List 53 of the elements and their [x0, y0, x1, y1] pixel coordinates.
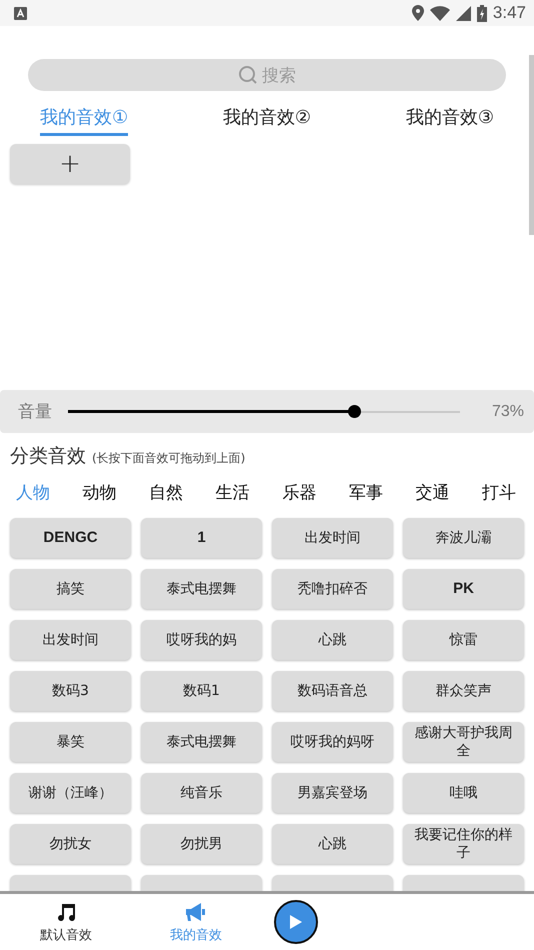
sound-button[interactable]: 搞笑 [10, 569, 131, 609]
battery-charging-icon [476, 4, 487, 22]
category-tab[interactable]: 交通 [415, 481, 450, 504]
clock-time: 3:47 [492, 3, 526, 23]
sound-button[interactable]: PK [403, 569, 524, 609]
signal-icon [456, 6, 471, 20]
sound-button[interactable]: 奔波儿灞 [403, 518, 524, 558]
sound-button[interactable]: 泰式电摆舞 [141, 722, 262, 762]
category-tab[interactable]: 军事 [348, 481, 383, 504]
play-icon [290, 915, 302, 929]
section-title: 分类音效 [10, 444, 86, 469]
sound-button[interactable]: 出发时间 [272, 518, 393, 558]
megaphone-icon [184, 900, 208, 922]
sound-button[interactable]: 男嘉宾登场 [272, 773, 393, 813]
sound-button[interactable]: 数码1 [141, 671, 262, 711]
sound-button[interactable]: 秃噜扣碎否 [272, 569, 393, 609]
tab[interactable]: 我的音效② [222, 105, 312, 136]
sound-button[interactable]: 勿扰男 [141, 824, 262, 864]
play-button[interactable] [274, 900, 318, 944]
location-icon [412, 5, 424, 21]
sound-button[interactable]: 数码语音总 [272, 671, 393, 711]
sound-button[interactable]: 心跳 [272, 824, 393, 864]
sound-button[interactable]: 谢谢（汪峰） [10, 773, 131, 813]
sound-button[interactable]: 暴笑 [10, 722, 131, 762]
search-icon [238, 65, 258, 85]
sound-button[interactable]: 感谢大哥护我周全 [403, 722, 524, 762]
sound-button[interactable]: 我要记住你的样子 [403, 824, 524, 864]
sound-button[interactable]: 群众笑声 [403, 671, 524, 711]
category-tab[interactable]: 打斗 [482, 481, 516, 504]
category-tab[interactable]: 动物 [82, 481, 117, 504]
sound-button[interactable]: 纯音乐 [141, 773, 262, 813]
sound-button[interactable]: 1 [141, 518, 262, 558]
category-tab[interactable]: 生活 [216, 481, 250, 504]
nav-tab[interactable]: 默认音效 [14, 900, 118, 944]
sound-button[interactable]: DENGC [10, 518, 131, 558]
sound-button[interactable]: 出发时间 [10, 620, 131, 660]
volume-reading: 73% [492, 402, 524, 420]
sound-button[interactable]: 勿扰女 [10, 824, 131, 864]
sound-button[interactable]: 数码3 [10, 671, 131, 711]
category-tab[interactable]: 乐器 [282, 481, 316, 504]
sound-button[interactable]: 哇哦 [403, 773, 524, 813]
wifi-icon [430, 6, 450, 20]
sound-button[interactable]: 心跳 [272, 620, 393, 660]
sound-button[interactable]: 哎呀我的妈 [141, 620, 262, 660]
sound-button[interactable]: 泰式电摆舞 [141, 569, 262, 609]
volume-label: 音量 [18, 401, 52, 423]
sound-button[interactable]: 惊雷 [403, 620, 524, 660]
section-hint: (长按下面音效可拖动到上面) [92, 450, 246, 467]
sound-button[interactable]: 哎呀我的妈呀 [272, 722, 393, 762]
tab[interactable]: 我的音效③ [406, 105, 494, 136]
category-tab[interactable]: 自然 [149, 481, 184, 504]
app-notification-icon [14, 6, 27, 20]
add-button[interactable]: + [10, 144, 130, 184]
